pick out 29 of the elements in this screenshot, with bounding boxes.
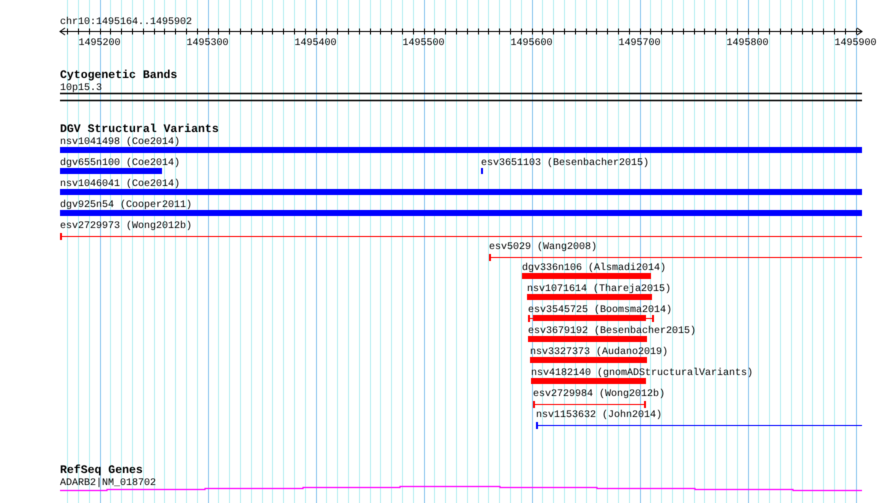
tick-label: 1495400 — [294, 38, 336, 49]
feature-label: nsv3327373 (Audano2019) — [530, 347, 668, 358]
feature-label: dgv925n54 (Cooper2011) — [60, 200, 192, 211]
gene-label: ADARB2|NM_018702 — [60, 478, 156, 489]
tick-label: 1495600 — [510, 38, 552, 49]
feature-label: esv3651103 (Besenbacher2015) — [481, 158, 650, 169]
feature-label: esv2729984 (Wong2012b) — [533, 389, 666, 400]
track-title: DGV Structural Variants — [60, 123, 219, 136]
feature-label: nsv4182140 (gnomADStructuralVariants) — [531, 368, 754, 379]
feature-label: nsv1046041 (Coe2014) — [60, 179, 180, 190]
feature-label: esv5029 (Wang2008) — [489, 242, 598, 253]
tick-label: 1495700 — [618, 38, 660, 49]
feature-label: esv2729973 (Wong2012b) — [60, 221, 192, 232]
tick-label: 1495200 — [78, 38, 120, 49]
band-label: 10p15.3 — [60, 83, 102, 94]
feature-label: nsv1153632 (John2014) — [536, 410, 662, 421]
feature-label: dgv336n106 (Alsmadi2014) — [522, 263, 666, 274]
tick-label: 1495800 — [726, 38, 768, 49]
location-label: chr10:1495164..1495902 — [60, 17, 192, 28]
tick-label: 1495900 — [834, 38, 876, 49]
tick-label: 1495300 — [186, 38, 228, 49]
feature-label: nsv1041498 (Coe2014) — [60, 137, 180, 148]
track-title: Cytogenetic Bands — [60, 69, 178, 82]
feature-label: esv3545725 (Boomsma2014) — [528, 305, 672, 316]
feature-label: dgv655n100 (Coe2014) — [60, 158, 180, 169]
track-title: RefSeq Genes — [60, 464, 143, 477]
feature-label: nsv1071614 (Thareja2015) — [527, 284, 672, 295]
tick-label: 1495500 — [402, 38, 444, 49]
feature-label: esv3679192 (Besenbacher2015) — [528, 326, 696, 337]
